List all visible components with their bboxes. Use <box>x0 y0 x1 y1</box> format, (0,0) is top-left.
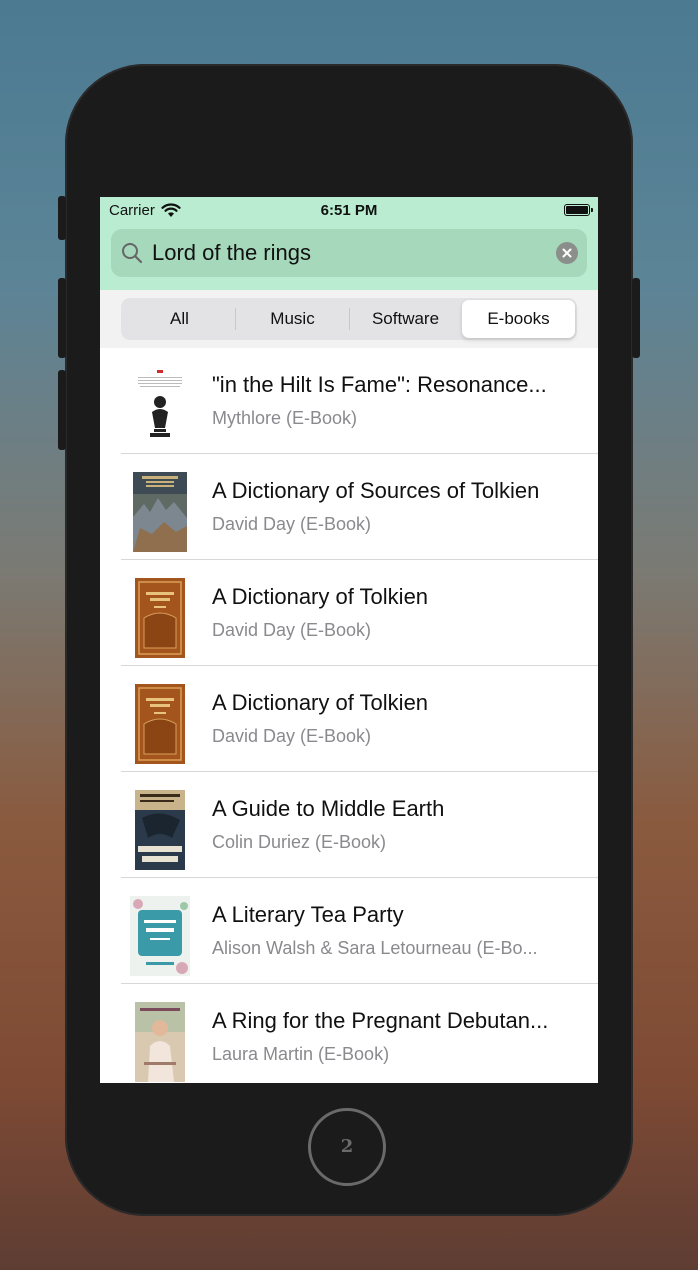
segment-ebooks[interactable]: E-books <box>462 300 575 338</box>
list-item[interactable]: A Dictionary of Tolkien David Day (E-Boo… <box>100 666 598 772</box>
result-subtitle: David Day (E-Book) <box>212 726 372 746</box>
results-list: "in the Hilt Is Fame": Resonance... Myth… <box>100 348 598 1083</box>
search-icon <box>122 243 143 264</box>
result-subtitle: David Day (E-Book) <box>212 620 372 640</box>
media-type-segmented-control: All Music Software E-books <box>121 298 577 340</box>
list-item[interactable]: A Dictionary of Sources of Tolkien David… <box>100 454 598 560</box>
list-item[interactable]: A Dictionary of Tolkien David Day (E-Boo… <box>100 560 598 666</box>
book-cover-image <box>130 1002 190 1082</box>
volume-down-button <box>58 370 66 450</box>
result-title: A Literary Tea Party <box>212 902 404 927</box>
battery-icon <box>564 204 593 216</box>
result-subtitle: Colin Duriez (E-Book) <box>212 832 387 852</box>
app-screen: Carrier 6:51 PM Lord of the rings All Mu… <box>100 197 598 1083</box>
result-title: "in the Hilt Is Fame": Resonance... <box>212 372 547 397</box>
status-time: 6:51 PM <box>320 202 378 219</box>
book-cover-image <box>130 366 190 446</box>
close-icon <box>562 248 572 258</box>
power-button <box>632 278 640 358</box>
list-item[interactable]: A Guide to Middle Earth Colin Duriez (E-… <box>100 772 598 878</box>
mute-switch <box>58 196 66 240</box>
home-button[interactable]: 2 <box>308 1108 386 1186</box>
list-item[interactable]: A Ring for the Pregnant Debutan... Laura… <box>100 984 598 1083</box>
result-subtitle: Mythlore (E-Book) <box>212 408 358 428</box>
segment-bar: All Music Software E-books <box>100 290 598 348</box>
segment-software[interactable]: Software <box>349 300 462 338</box>
status-bar: Carrier 6:51 PM <box>100 197 598 225</box>
clear-search-icon[interactable] <box>556 242 578 264</box>
book-cover-image <box>130 472 190 552</box>
list-item[interactable]: "in the Hilt Is Fame": Resonance... Myth… <box>100 348 598 454</box>
segment-all[interactable]: All <box>123 300 236 338</box>
book-cover-image <box>130 790 190 870</box>
result-title: A Ring for the Pregnant Debutan... <box>212 1008 549 1033</box>
list-item[interactable]: A Literary Tea Party Alison Walsh & Sara… <box>100 878 598 984</box>
book-cover-image <box>130 896 190 976</box>
result-title: A Dictionary of Tolkien <box>212 584 429 609</box>
search-field[interactable]: Lord of the rings <box>111 229 587 277</box>
result-title: A Dictionary of Tolkien <box>212 690 429 715</box>
search-input[interactable]: Lord of the rings <box>152 240 311 266</box>
result-subtitle: Alison Walsh & Sara Letourneau (E-Bo... <box>212 938 538 958</box>
segment-music[interactable]: Music <box>236 300 349 338</box>
search-bar: Lord of the rings <box>100 225 598 291</box>
book-cover-image <box>130 578 190 658</box>
result-subtitle: Laura Martin (E-Book) <box>212 1044 390 1064</box>
result-title: A Dictionary of Sources of Tolkien <box>212 478 540 503</box>
volume-up-button <box>58 278 66 358</box>
result-title: A Guide to Middle Earth <box>212 796 445 821</box>
result-subtitle: David Day (E-Book) <box>212 514 372 534</box>
book-cover-image <box>130 684 190 764</box>
